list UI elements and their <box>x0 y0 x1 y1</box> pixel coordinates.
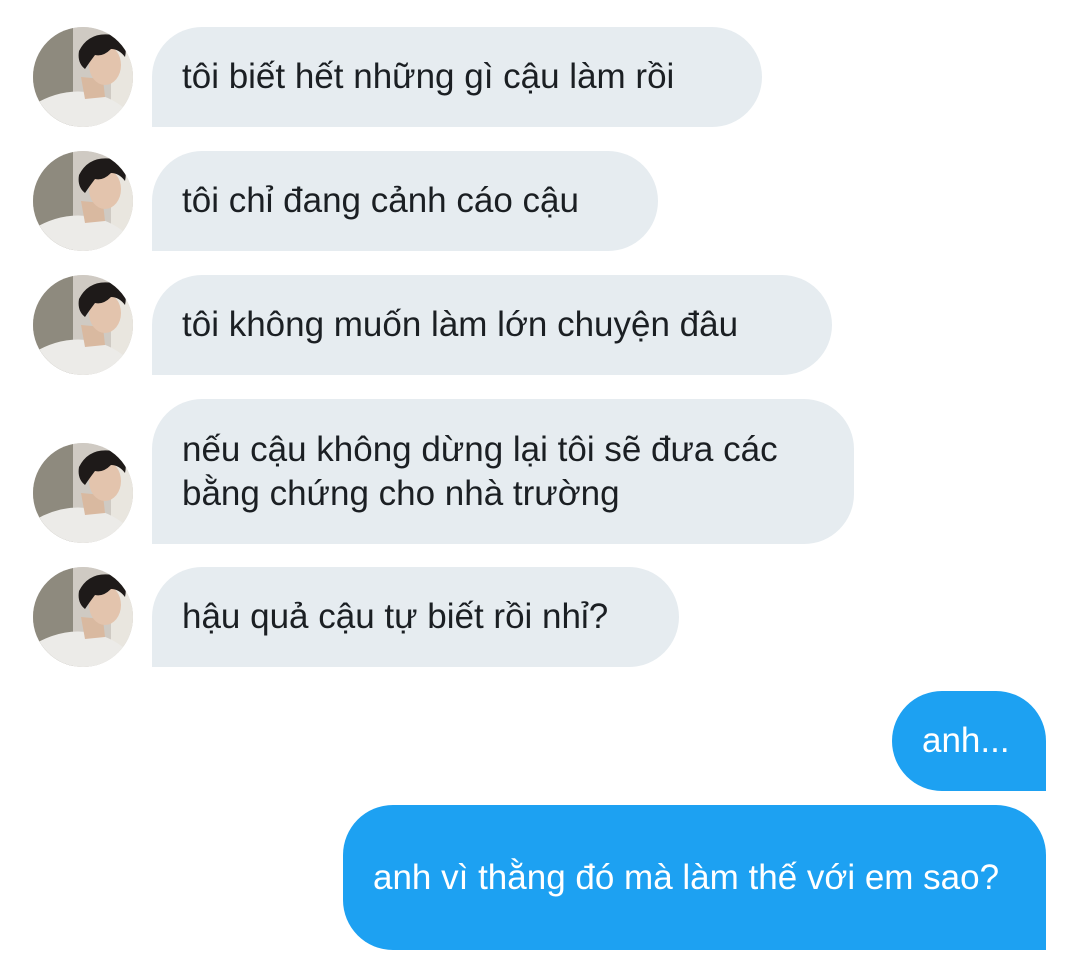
outgoing-message-bubble[interactable]: anh... <box>892 691 1046 791</box>
incoming-message-bubble[interactable]: nếu cậu không dừng lại tôi sẽ đưa các bằ… <box>152 399 854 544</box>
avatar-photo-icon <box>33 27 133 127</box>
avatar-photo-icon <box>33 151 133 251</box>
message-text: anh... <box>922 721 1010 760</box>
sender-avatar[interactable] <box>33 275 133 375</box>
incoming-message-bubble[interactable]: hậu quả cậu tự biết rồi nhỉ? <box>152 567 679 667</box>
sender-avatar[interactable] <box>33 151 133 251</box>
incoming-message-bubble[interactable]: tôi không muốn làm lớn chuyện đâu <box>152 275 832 375</box>
incoming-message-bubble[interactable]: tôi chỉ đang cảnh cáo cậu <box>152 151 658 251</box>
message-text: nếu cậu không dừng lại tôi sẽ đưa các bằ… <box>182 429 778 513</box>
sender-avatar[interactable] <box>33 443 133 543</box>
message-text: tôi chỉ đang cảnh cáo cậu <box>182 181 579 220</box>
avatar-photo-icon <box>33 275 133 375</box>
message-text: anh vì thằng đó mà làm thế với em sao? <box>373 857 1000 897</box>
message-text: tôi biết hết những gì cậu làm rồi <box>182 57 675 96</box>
avatar-photo-icon <box>33 443 133 543</box>
outgoing-message-bubble[interactable]: anh vì thằng đó mà làm thế với em sao? <box>343 805 1046 950</box>
avatar-photo-icon <box>33 567 133 667</box>
sender-avatar[interactable] <box>33 27 133 127</box>
sender-avatar[interactable] <box>33 567 133 667</box>
message-text: tôi không muốn làm lớn chuyện đâu <box>182 305 739 344</box>
message-text: hậu quả cậu tự biết rồi nhỉ? <box>182 597 609 636</box>
incoming-message-bubble[interactable]: tôi biết hết những gì cậu làm rồi <box>152 27 762 127</box>
